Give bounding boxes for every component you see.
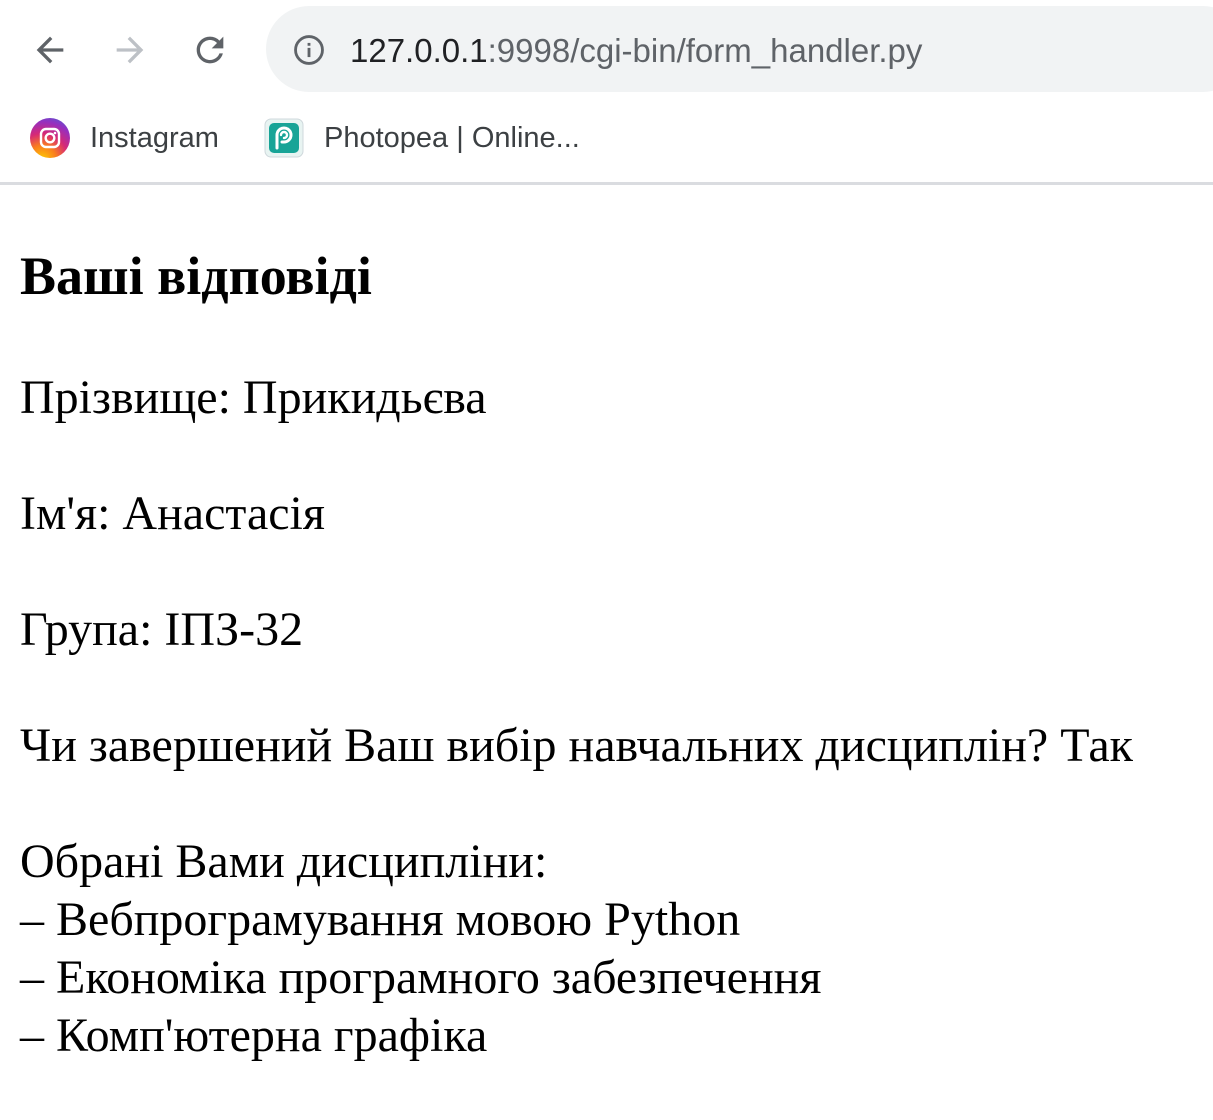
bookmark-label: Instagram	[90, 121, 219, 154]
disciplines-title: Обрані Вами дисципліни:	[20, 835, 548, 888]
discipline-item: – Вебпрограмування мовою Python	[20, 893, 741, 946]
completion-line: Чи завершений Ваш вибір навчальних дисци…	[20, 719, 1133, 772]
instagram-icon	[30, 118, 70, 158]
bookmark-instagram[interactable]: Instagram	[30, 116, 219, 160]
bookmark-photopea[interactable]: Photopea | Online...	[264, 116, 580, 160]
group-line: Група: ІПЗ-32	[20, 603, 304, 656]
photopea-icon	[264, 118, 304, 158]
browser-toolbar: 127.0.0.1:9998/cgi-bin/form_handler.py	[0, 0, 1213, 100]
bookmarks-bar: Instagram Photopea | Online...	[0, 100, 1213, 185]
address-bar[interactable]: 127.0.0.1:9998/cgi-bin/form_handler.py	[266, 6, 1213, 92]
disciplines-block: Обрані Вами дисципліни: – Вебпрограмуван…	[20, 833, 821, 1065]
discipline-item: – Комп'ютерна графіка	[20, 1009, 488, 1062]
arrow-right-icon	[116, 36, 144, 64]
url-text[interactable]: 127.0.0.1:9998/cgi-bin/form_handler.py	[350, 31, 922, 71]
arrow-left-icon	[36, 36, 64, 64]
bookmark-label: Photopea | Online...	[324, 121, 580, 154]
url-host: 127.0.0.1	[350, 32, 488, 69]
reload-icon	[196, 36, 224, 64]
page-title: Ваші відповіді	[20, 246, 372, 306]
forward-button[interactable]	[106, 26, 154, 74]
url-path: :9998/cgi-bin/form_handler.py	[487, 32, 923, 69]
name-line: Ім'я: Анастасія	[20, 487, 325, 540]
reload-button[interactable]	[186, 26, 234, 74]
info-icon[interactable]	[292, 33, 326, 67]
discipline-item: – Економіка програмного забезпечення	[20, 951, 822, 1004]
back-button[interactable]	[26, 26, 74, 74]
surname-line: Прізвище: Прикидьєва	[20, 371, 487, 424]
